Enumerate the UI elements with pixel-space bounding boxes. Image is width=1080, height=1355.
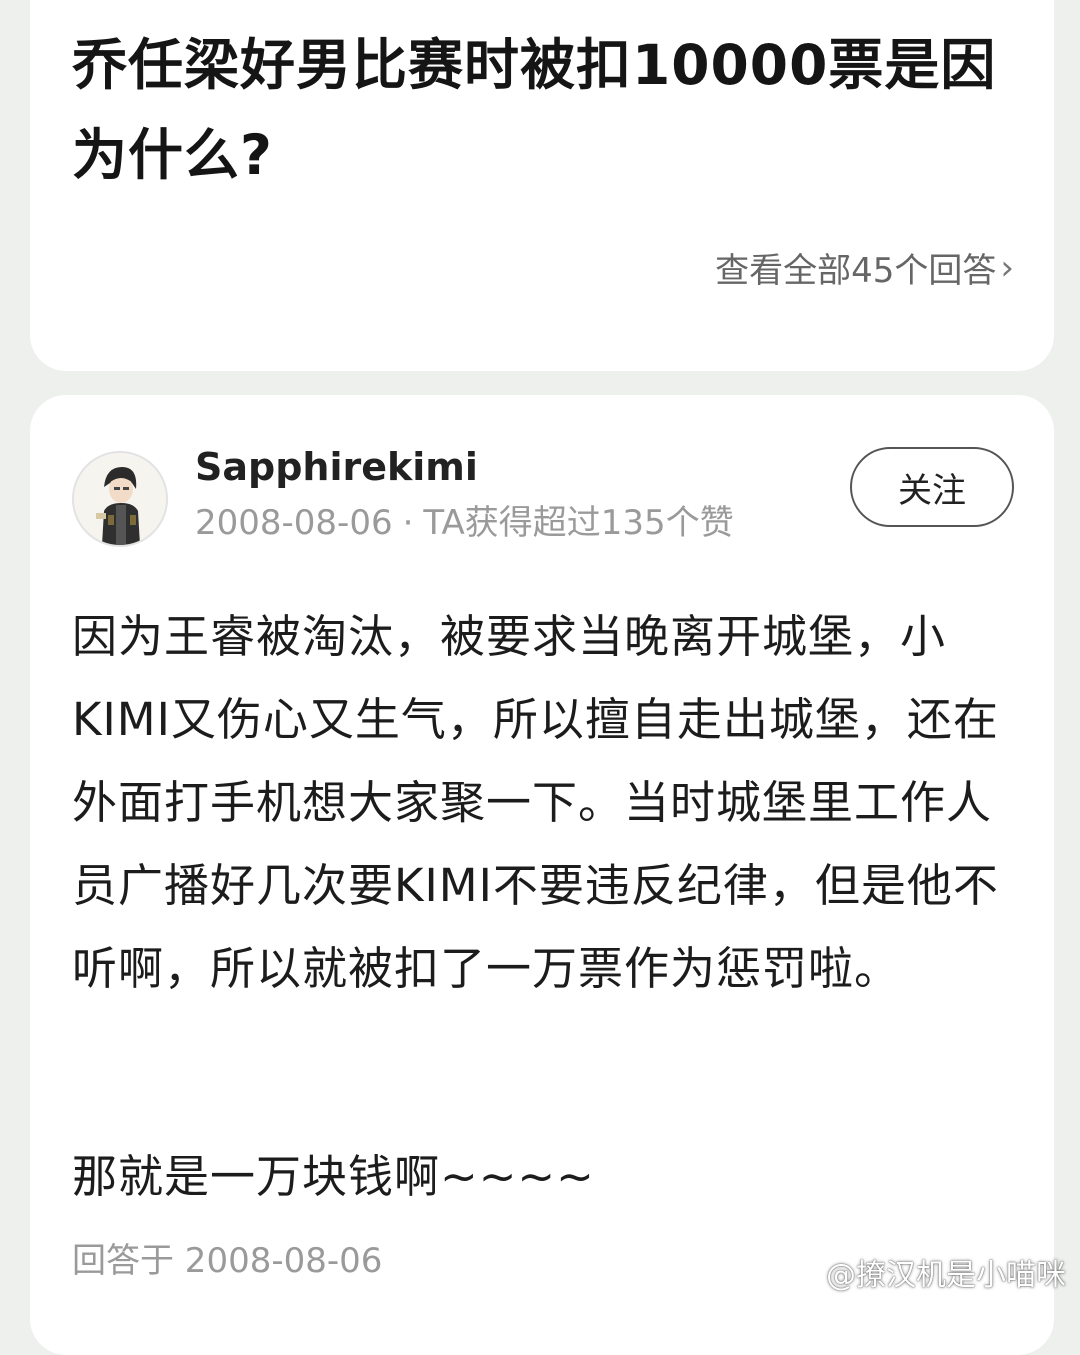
view-all-answers-label: 查看全部45个回答 bbox=[715, 251, 997, 291]
weibo-logo-icon bbox=[788, 1259, 821, 1286]
follow-button[interactable]: 关注 bbox=[850, 447, 1014, 527]
answered-timestamp: 回答于 2008-08-06 bbox=[72, 1241, 383, 1281]
username[interactable]: Sapphirekimi bbox=[195, 445, 478, 489]
likes-summary: TA获得超过135个赞 bbox=[423, 503, 734, 543]
watermark-text: @撩汉机是小喵咪 bbox=[826, 1258, 1066, 1293]
answer-date: 2008-08-06 bbox=[195, 503, 393, 543]
view-all-answers-link[interactable]: 查看全部45个回答 › bbox=[715, 243, 1014, 292]
avatar-illustration bbox=[74, 453, 166, 545]
watermark: @撩汉机是小喵咪 bbox=[788, 1250, 1066, 1294]
answer-body: 因为王睿被淘汰，被要求当晚离开城堡，小KIMI又伤心又生气，所以擅自走出城堡，还… bbox=[72, 610, 999, 995]
answer-card: Sapphirekimi 2008-08-06 · TA获得超过135个赞 关注 因… bbox=[30, 395, 1054, 1355]
answer-meta: 2008-08-06 · TA获得超过135个赞 bbox=[195, 495, 734, 544]
chevron-right-icon: › bbox=[1000, 247, 1014, 288]
question-title: 乔任梁好男比赛时被扣10000票是因为什么? bbox=[72, 33, 997, 187]
answer-tail: 那就是一万块钱啊~~~~ bbox=[72, 1150, 595, 1203]
avatar[interactable] bbox=[72, 451, 168, 547]
meta-separator: · bbox=[402, 503, 414, 543]
question-card: 乔任梁好男比赛时被扣10000票是因为什么? 查看全部45个回答 › bbox=[30, 0, 1054, 371]
